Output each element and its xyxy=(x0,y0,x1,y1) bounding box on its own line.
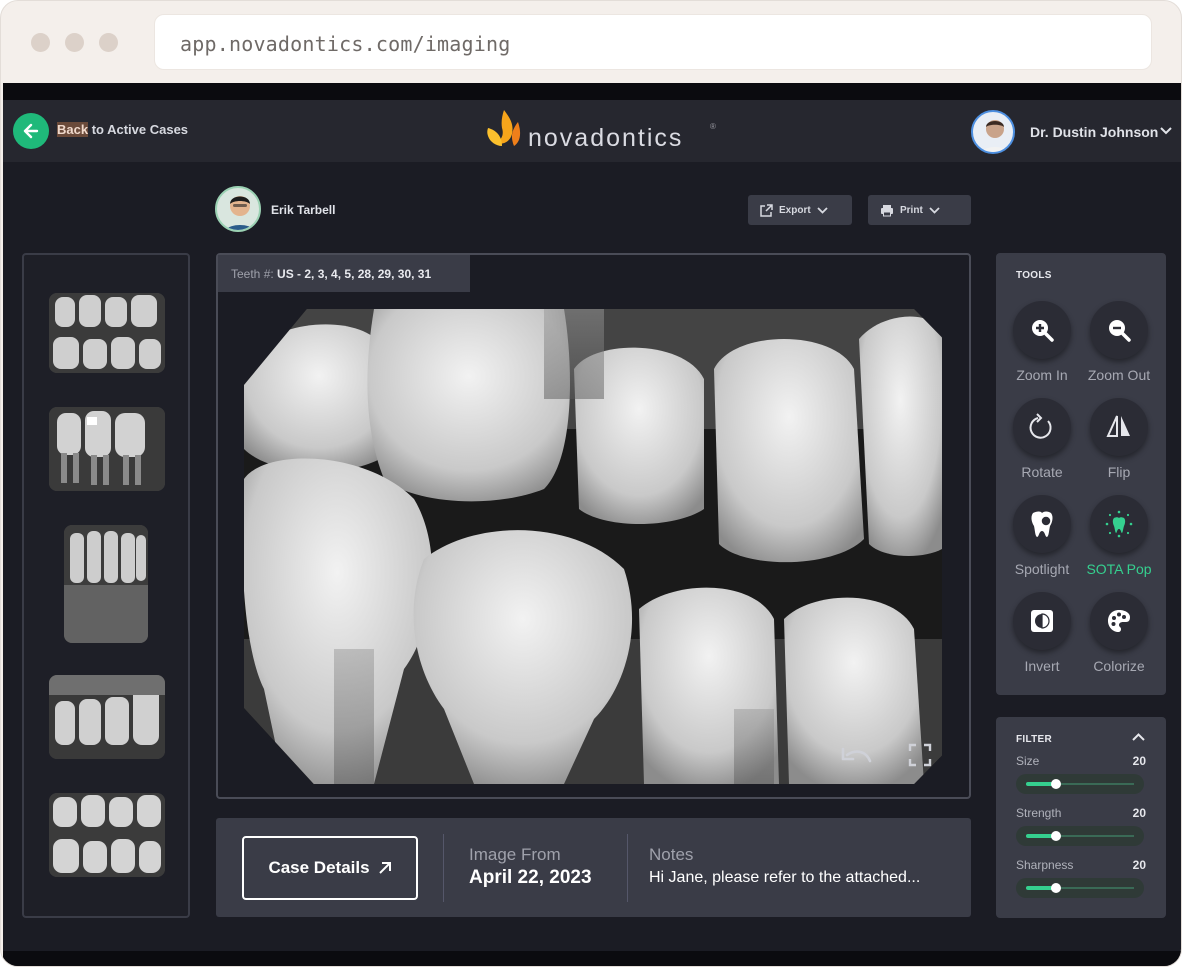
divider xyxy=(627,834,628,902)
window-minimize-dot[interactable] xyxy=(65,33,84,52)
tooth-spotlight-icon xyxy=(1031,511,1053,537)
image-date: April 22, 2023 xyxy=(469,867,592,888)
xray-thumbnail[interactable] xyxy=(64,525,148,643)
print-label: Print xyxy=(900,204,923,216)
zoom-out-icon xyxy=(1109,320,1131,342)
xray-thumbnail[interactable] xyxy=(49,793,165,877)
tools-title: TOOLS xyxy=(1016,270,1052,281)
chevron-down-icon xyxy=(929,206,940,214)
bottom-strip xyxy=(3,951,1181,966)
tool-label: Zoom Out xyxy=(1087,367,1151,383)
tool-label: Invert xyxy=(1024,658,1060,674)
tool-label: Flip xyxy=(1107,464,1131,480)
case-details-panel: Case Details Image From April 22, 2023 N… xyxy=(216,818,971,917)
address-bar[interactable]: app.novadontics.com/imaging xyxy=(154,14,1152,70)
chevron-down-icon xyxy=(1160,127,1172,135)
spotlight-tool[interactable]: Spotlight xyxy=(1004,495,1080,577)
sota-pop-tool[interactable]: SOTA Pop xyxy=(1081,495,1157,577)
colorize-tool[interactable]: Colorize xyxy=(1081,592,1157,674)
case-details-label: Case Details xyxy=(268,858,370,877)
sparkle-tooth-icon xyxy=(1105,510,1133,538)
user-name[interactable]: Dr. Dustin Johnson xyxy=(1030,124,1158,140)
filter-title: FILTER xyxy=(1016,734,1053,745)
undo-icon[interactable] xyxy=(840,743,874,765)
print-button[interactable]: Print xyxy=(868,195,971,225)
zoom-out-tool[interactable]: Zoom Out xyxy=(1081,301,1157,383)
size-value: 20 xyxy=(1132,754,1146,768)
novadontics-logo: novadontics ® xyxy=(484,106,724,158)
export-label: Export xyxy=(779,204,811,216)
rotate-tool[interactable]: Rotate xyxy=(1004,398,1080,480)
xray-thumbnail-list xyxy=(22,253,190,918)
user-avatar[interactable] xyxy=(971,110,1015,154)
patient-avatar xyxy=(215,186,261,232)
sharpness-label: Sharpness xyxy=(1016,858,1074,872)
sharpness-slider[interactable] xyxy=(1016,878,1144,898)
rotate-icon xyxy=(1029,413,1052,439)
flip-icon xyxy=(1106,415,1130,437)
export-icon xyxy=(760,203,773,217)
window-close-dot[interactable] xyxy=(31,33,50,52)
teeth-label: Teeth #: xyxy=(231,267,274,281)
filter-panel: FILTER Size 20 Strength 20 Sharpness 20 xyxy=(996,717,1166,918)
chevron-up-icon[interactable] xyxy=(1132,733,1145,741)
logo-wordmark: novadontics xyxy=(528,124,684,152)
zoom-in-icon xyxy=(1032,320,1054,342)
url-text: app.novadontics.com/imaging xyxy=(180,32,511,56)
tool-label: Colorize xyxy=(1093,658,1145,674)
flip-tool[interactable]: Flip xyxy=(1081,398,1157,480)
imaging-app: Back to Active Cases novadontics ® Dr. D… xyxy=(3,83,1181,966)
xray-thumbnail[interactable] xyxy=(49,675,165,759)
teeth-numbers-tag: Teeth #: US - 2, 3, 4, 5, 28, 29, 30, 31 xyxy=(218,255,470,292)
size-slider[interactable] xyxy=(1016,774,1144,794)
export-button[interactable]: Export xyxy=(748,195,852,225)
tool-label: Zoom In xyxy=(1016,367,1068,383)
strength-slider[interactable] xyxy=(1016,826,1144,846)
arrow-left-icon xyxy=(23,123,39,139)
xray-image[interactable] xyxy=(244,309,942,784)
palette-icon xyxy=(1108,610,1130,632)
sharpness-value: 20 xyxy=(1132,858,1146,872)
notes-label: Notes xyxy=(649,845,694,864)
zoom-in-tool[interactable]: Zoom In xyxy=(1004,301,1080,383)
tool-label: SOTA Pop xyxy=(1086,561,1152,577)
back-button[interactable] xyxy=(13,113,49,149)
window-maximize-dot[interactable] xyxy=(99,33,118,52)
app-header: Back to Active Cases novadontics ® Dr. D… xyxy=(3,100,1181,162)
patient-name: Erik Tarbell xyxy=(271,203,336,217)
printer-icon xyxy=(881,204,893,216)
flame-logo-icon xyxy=(487,110,521,146)
invert-icon xyxy=(1031,610,1053,632)
back-link-text: to Active Cases xyxy=(88,122,189,137)
xray-thumbnail[interactable] xyxy=(49,293,165,373)
xray-thumbnail[interactable] xyxy=(49,407,165,491)
image-from-label: Image From xyxy=(469,845,561,864)
strength-label: Strength xyxy=(1016,806,1062,820)
notes-text[interactable]: Hi Jane, please refer to the attached... xyxy=(649,869,920,887)
xray-overlay-controls xyxy=(840,743,932,767)
back-link-highlight: Back xyxy=(57,122,89,137)
browser-window: app.novadontics.com/imaging Back to Acti… xyxy=(0,0,1182,967)
tool-label: Spotlight xyxy=(1014,561,1070,577)
back-to-active-cases-link[interactable]: Back to Active Cases xyxy=(57,122,188,137)
divider xyxy=(443,834,444,902)
chevron-down-icon xyxy=(817,206,828,214)
xray-viewer: Teeth #: US - 2, 3, 4, 5, 28, 29, 30, 31 xyxy=(216,253,971,799)
fullscreen-icon[interactable] xyxy=(908,743,932,767)
case-details-button[interactable]: Case Details xyxy=(242,836,418,900)
invert-tool[interactable]: Invert xyxy=(1004,592,1080,674)
top-strip xyxy=(3,83,1181,100)
teeth-value: US - 2, 3, 4, 5, 28, 29, 30, 31 xyxy=(273,267,432,281)
size-label: Size xyxy=(1016,754,1040,768)
strength-value: 20 xyxy=(1132,806,1146,820)
logo-registered-mark: ® xyxy=(710,122,716,131)
arrow-up-right-icon xyxy=(378,862,391,874)
tool-label: Rotate xyxy=(1021,464,1063,480)
tools-panel: TOOLS Zoom In Zoom Out Rotate Flip Spotl… xyxy=(996,253,1166,695)
